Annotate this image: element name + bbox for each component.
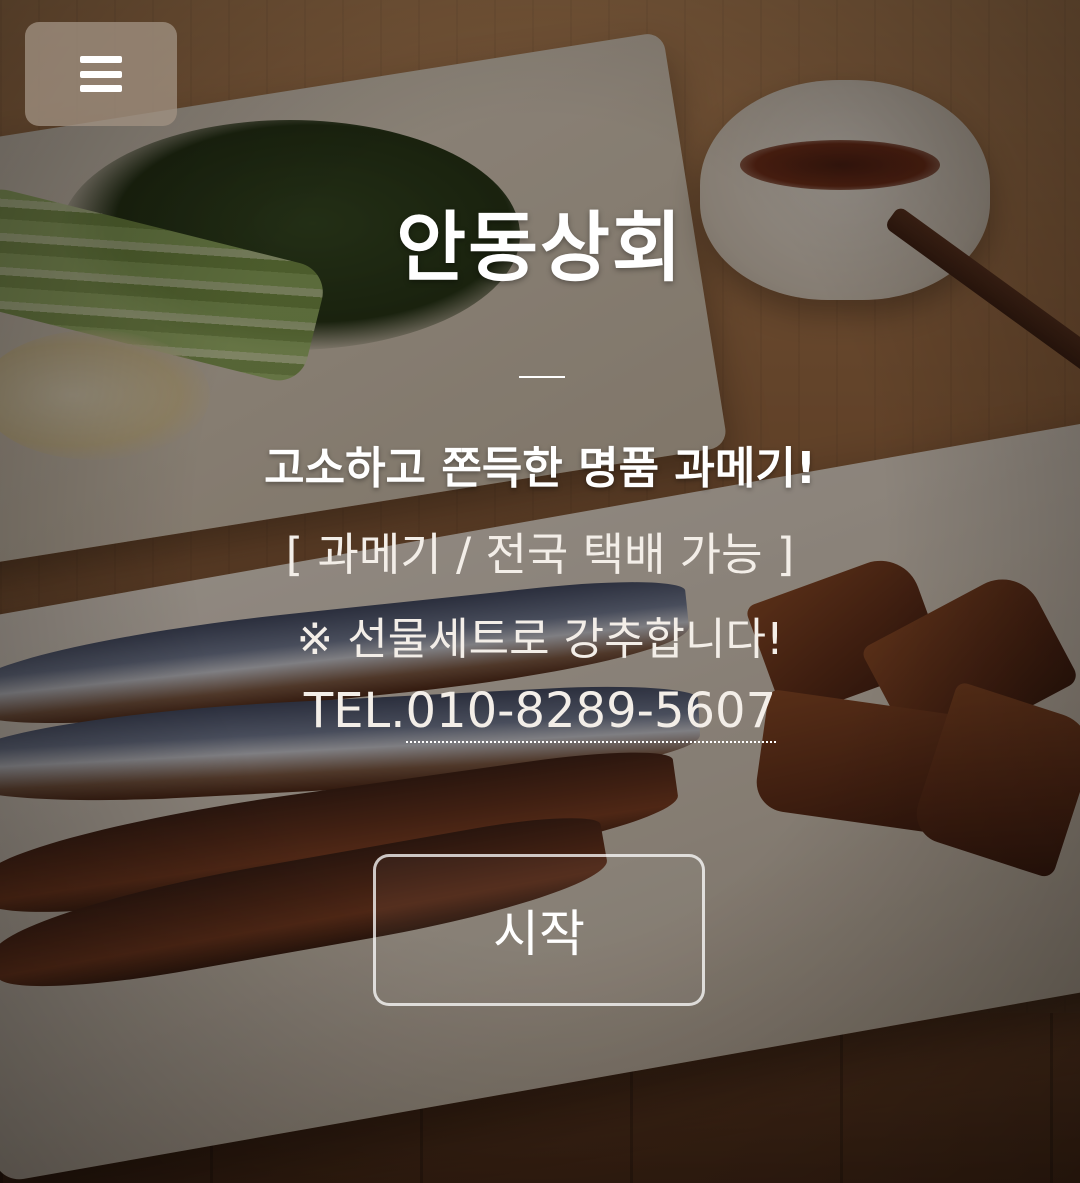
- gift-set-note: ※ 선물세트로 강추합니다!: [296, 614, 784, 665]
- start-button[interactable]: 시작: [373, 854, 705, 1006]
- hero-content: 안동상회 고소하고 쫀득한 명품 과메기! [ 과메기 / 전국 택배 가능 ]…: [0, 0, 1080, 1183]
- hero-screen: 안동상회 고소하고 쫀득한 명품 과메기! [ 과메기 / 전국 택배 가능 ]…: [0, 0, 1080, 1183]
- site-title: 안동상회: [396, 203, 684, 292]
- title-divider: [519, 376, 565, 378]
- hero-tagline: 고소하고 쫀득한 명품 과메기!: [264, 443, 816, 494]
- phone-prefix: TEL.: [303, 683, 406, 739]
- phone-number-link[interactable]: 010-8289-5607: [405, 683, 777, 743]
- phone-line: TEL.010-8289-5607: [0, 683, 1080, 743]
- hero-subline: [ 과메기 / 전국 택배 가능 ]: [285, 528, 795, 581]
